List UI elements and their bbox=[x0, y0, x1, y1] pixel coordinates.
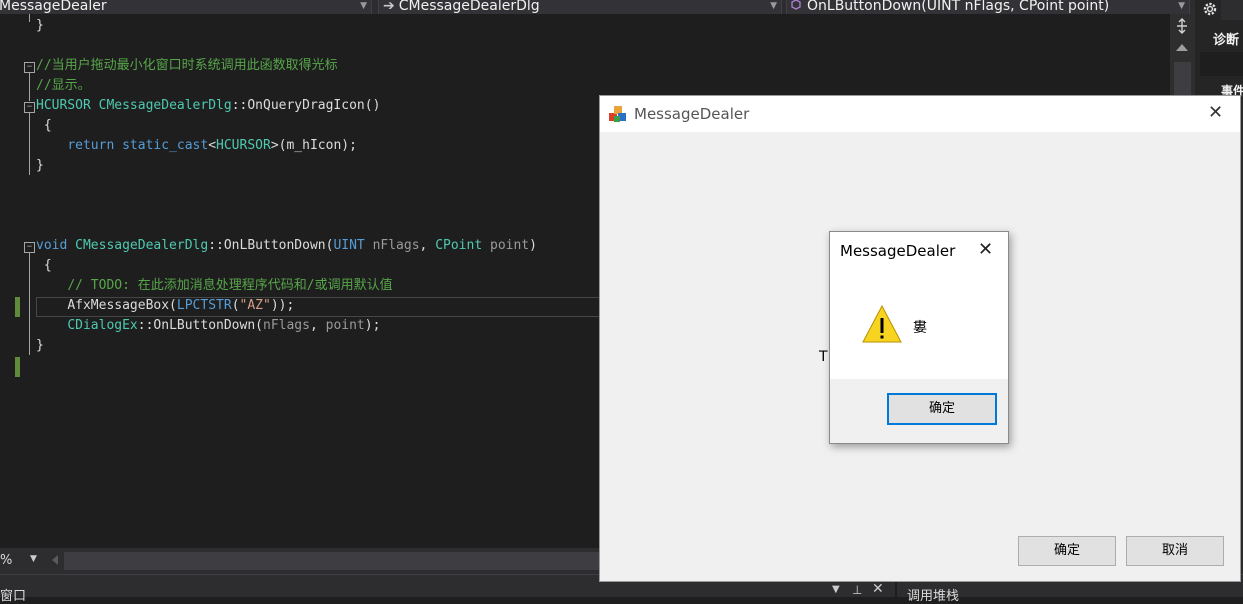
diagnostics-tab[interactable]: 诊断 bbox=[1213, 29, 1239, 48]
chevron-down-icon[interactable]: ▼ bbox=[832, 584, 840, 595]
chevron-down-icon: ▼ bbox=[360, 1, 367, 11]
code-line: HCURSOR CMessageDealerDlg::OnQueryDragIc… bbox=[36, 98, 381, 113]
change-marker bbox=[15, 357, 20, 377]
project-dropdown[interactable]: MessageDealer ▼ bbox=[0, 0, 372, 14]
ok-button[interactable]: 确定 bbox=[887, 393, 997, 425]
chevron-down-icon: ▼ bbox=[1178, 1, 1185, 11]
message-box-title: MessageDealer bbox=[840, 242, 956, 260]
code-line: //当用户拖动最小化窗口时系统调用此函数取得光标 bbox=[36, 58, 338, 73]
code-line: { bbox=[43, 258, 52, 273]
code-line: CDialogEx::OnLButtonDown(nFlags, point); bbox=[67, 318, 381, 333]
pin-icon[interactable]: ⊥ bbox=[852, 583, 862, 597]
code-line: // TODO: 在此添加消息处理程序代码和/或调用默认值 bbox=[67, 278, 393, 293]
message-box-button-area: 确定 bbox=[830, 379, 1008, 443]
code-line: AfxMessageBox(LPCTSTR("AZ")); bbox=[67, 298, 295, 313]
background-static-text: T bbox=[819, 349, 828, 365]
zoom-dropdown[interactable]: % ▼ bbox=[0, 551, 42, 571]
navigation-bar: MessageDealer ▼ ➔ CMessageDealerDlg ▼ OnL… bbox=[0, 0, 1195, 14]
horizontal-scroll-track[interactable] bbox=[64, 552, 600, 570]
fold-collapse-icon[interactable]: − bbox=[24, 62, 35, 73]
scroll-left-arrow-icon[interactable] bbox=[52, 555, 58, 565]
code-line: } bbox=[36, 18, 44, 33]
zoom-value: % bbox=[0, 553, 13, 568]
app-icon bbox=[608, 104, 628, 124]
code-line: return static_cast<HCURSOR>(m_hIcon); bbox=[67, 138, 357, 153]
gear-icon[interactable] bbox=[1201, 0, 1219, 18]
class-icon: ➔ bbox=[383, 0, 395, 14]
warning-icon bbox=[861, 303, 903, 345]
call-stack-tab[interactable]: 调用堆栈 bbox=[907, 585, 959, 604]
output-window-tab[interactable]: 窗口 bbox=[0, 585, 26, 604]
method-cube-icon bbox=[787, 0, 807, 14]
panel-toolbar bbox=[1200, 52, 1243, 76]
panel-tab[interactable] bbox=[1221, 0, 1243, 20]
fold-guide bbox=[29, 113, 30, 175]
ok-button[interactable]: 确定 bbox=[1018, 536, 1116, 566]
main-window-title: MessageDealer bbox=[634, 105, 750, 123]
main-window-titlebar[interactable]: MessageDealer ✕ bbox=[600, 96, 1240, 132]
code-line: void CMessageDealerDlg::OnLButtonDown(UI… bbox=[36, 238, 537, 253]
fold-guide bbox=[29, 73, 30, 101]
chevron-down-icon: ▼ bbox=[30, 554, 37, 564]
scroll-up-arrow-icon[interactable] bbox=[1176, 44, 1188, 51]
editor-status-bar: % ▼ bbox=[0, 548, 600, 574]
code-line: } bbox=[36, 338, 44, 353]
member-dropdown-label: OnLButtonDown(UINT nFlags, CPoint point) bbox=[807, 0, 1110, 14]
close-icon[interactable]: ✕ bbox=[978, 239, 993, 260]
message-text: 婁 bbox=[913, 320, 927, 336]
close-icon[interactable]: ✕ bbox=[872, 581, 884, 597]
cancel-button[interactable]: 取消 bbox=[1126, 536, 1224, 566]
code-line: } bbox=[36, 158, 44, 173]
message-box-dialog[interactable]: MessageDealer ✕ 婁 确定 bbox=[829, 231, 1009, 444]
member-dropdown[interactable]: OnLButtonDown(UINT nFlags, CPoint point)… bbox=[786, 0, 1190, 14]
fold-collapse-icon[interactable]: − bbox=[24, 102, 35, 113]
code-line: { bbox=[43, 118, 52, 133]
split-view-icon[interactable] bbox=[1174, 18, 1190, 34]
change-marker bbox=[15, 297, 20, 317]
class-dropdown[interactable]: ➔ CMessageDealerDlg ▼ bbox=[378, 0, 782, 14]
chevron-down-icon: ▼ bbox=[770, 1, 777, 11]
fold-guide bbox=[29, 14, 30, 22]
close-icon[interactable]: ✕ bbox=[1208, 102, 1223, 123]
class-dropdown-label: CMessageDealerDlg bbox=[398, 0, 540, 14]
fold-guide bbox=[29, 253, 30, 355]
project-dropdown-label: MessageDealer bbox=[0, 0, 107, 14]
fold-collapse-icon[interactable]: − bbox=[24, 242, 35, 253]
code-line: //显示。 bbox=[36, 78, 91, 93]
